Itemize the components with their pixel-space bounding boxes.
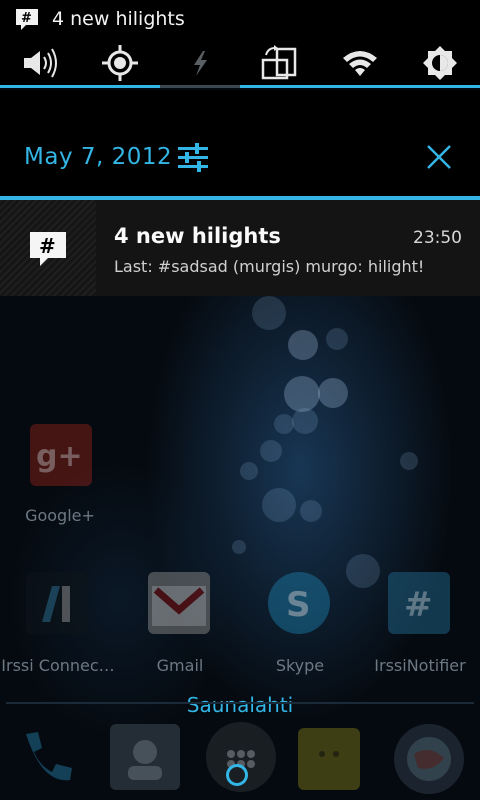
toggle-flash[interactable] [160, 38, 240, 88]
irssi-connectbot-app-icon[interactable] [26, 572, 88, 634]
wallpaper-bokeh [318, 378, 348, 408]
wallpaper-bokeh [284, 376, 320, 412]
toggle-sound[interactable] [0, 38, 80, 88]
google-plus-app-icon[interactable]: g+ [30, 424, 92, 486]
irssi-hash-icon: # [16, 9, 38, 30]
irssi-connectbot-app-label: Irssi Connec… [1, 656, 115, 675]
notification-text: Last: #sadsad (murgis) murgo: hilight! [114, 257, 425, 276]
wallpaper-bokeh [400, 452, 418, 470]
toggle-gps[interactable] [80, 38, 160, 88]
auto-rotate-icon [261, 45, 297, 80]
toggle-brightness[interactable] [400, 38, 480, 88]
wallpaper-bokeh [274, 414, 294, 434]
flash-icon [194, 51, 207, 76]
google-plus-app-label: Google+ [25, 506, 95, 525]
carrier-label: Saunalahti [186, 693, 294, 717]
hash-icon: # [404, 585, 433, 625]
wallpaper-bokeh [326, 328, 348, 350]
wallpaper-bokeh [262, 488, 296, 522]
brightness-icon [423, 46, 457, 80]
contacts-icon [128, 740, 162, 780]
smiley-icon [319, 751, 339, 757]
dock-divider [6, 702, 474, 704]
wallpaper-bokeh [232, 540, 246, 554]
wallpaper-bokeh [346, 554, 380, 588]
wallpaper-bokeh [288, 330, 318, 360]
skype-app-label: Skype [275, 656, 325, 675]
wallpaper-bokeh [252, 296, 286, 330]
notification-time: 23:50 [413, 228, 462, 248]
wallpaper-bokeh [292, 408, 318, 434]
google-plus-icon: g+ [36, 439, 83, 474]
globe-icon [407, 737, 451, 781]
wallpaper-bokeh [260, 440, 282, 462]
svg-text:g+: g+ [36, 439, 83, 474]
svg-text:#: # [21, 11, 32, 26]
wifi-icon [343, 51, 377, 76]
gmail-app-icon[interactable] [148, 572, 210, 634]
skype-icon: S [286, 585, 311, 625]
status-bar: # 4 new hilights [0, 0, 480, 38]
settings-sliders-icon[interactable] [176, 140, 210, 174]
irssi-connectbot-icon [42, 586, 70, 622]
phone-app-icon[interactable] [12, 722, 82, 792]
irssinotifier-app-icon[interactable]: # [388, 572, 450, 634]
contacts-app-icon[interactable] [110, 724, 180, 790]
notification-shade-header: May 7, 2012 [0, 90, 480, 196]
quick-settings-bar [0, 38, 480, 88]
svg-text:#: # [404, 585, 433, 625]
wallpaper-bokeh [300, 500, 322, 522]
wallpaper-bokeh [240, 462, 258, 480]
clear-all-close-icon[interactable] [422, 140, 456, 174]
svg-text:S: S [286, 585, 311, 625]
sound-icon [24, 48, 57, 78]
gps-icon [102, 45, 138, 81]
notification-icon-box: # [0, 200, 96, 296]
notification-title: 4 new hilights [114, 224, 281, 248]
toggle-auto-rotate[interactable] [240, 38, 320, 88]
shade-drag-handle[interactable] [226, 764, 248, 786]
messaging-app-icon[interactable] [298, 728, 360, 790]
gmail-icon [152, 586, 206, 626]
date-label: May 7, 2012 [24, 144, 173, 170]
svg-text:#: # [39, 234, 56, 258]
phone-icon [26, 732, 72, 781]
skype-app-icon[interactable]: S [268, 572, 330, 634]
browser-app-icon[interactable] [394, 724, 464, 794]
status-bar-ticker: 4 new hilights [52, 8, 185, 30]
gmail-app-label: Gmail [156, 656, 204, 675]
irssi-hash-icon: # [30, 232, 66, 266]
toggle-wifi[interactable] [320, 38, 400, 88]
irssinotifier-app-label: IrssiNotifier [374, 656, 466, 675]
notification-item[interactable]: # 4 new hilights 23:50 Last: #sadsad (mu… [0, 200, 480, 296]
